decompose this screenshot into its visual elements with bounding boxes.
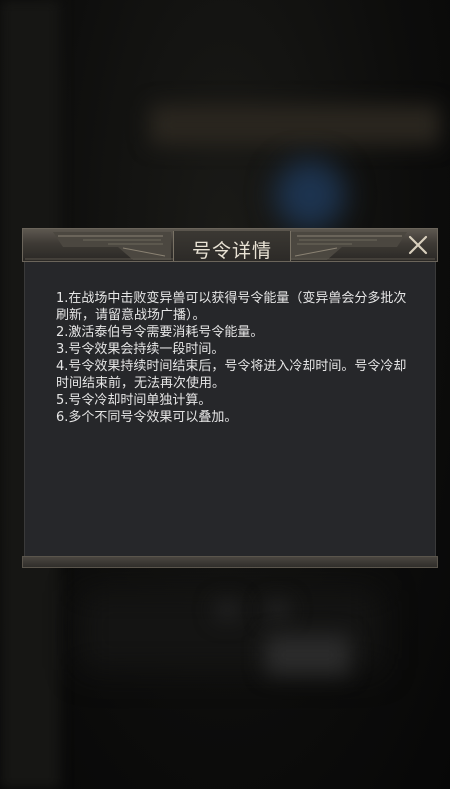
list-item: 3.号令效果会持续一段时间。	[56, 342, 225, 357]
dialog-title: 号令详情	[191, 240, 272, 262]
title-plate: 号令详情	[173, 231, 291, 262]
close-button[interactable]	[405, 232, 431, 258]
background-title-bar	[150, 105, 440, 145]
dialog-header: 号令详情	[22, 228, 438, 262]
close-icon	[408, 235, 428, 255]
rules-list: 1.在战场中击败变异兽可以获得号令能量（变异兽会分多批次刷新，请留意战场广播）。…	[56, 290, 416, 426]
command-details-dialog: 号令详情 1.在战场中击败变异兽可以获得号令能量（变异兽会分多批次刷新，请留意战…	[22, 228, 438, 568]
background-icon	[215, 600, 240, 620]
list-item: 6.多个不同号令效果可以叠加。	[56, 410, 238, 425]
background-orb-icon	[275, 160, 345, 230]
background-button	[265, 635, 350, 675]
list-item: 4.号令效果持续时间结束后，号令将进入冷却时间。号令冷却时间结束前，无法再次使用…	[56, 359, 407, 391]
list-item: 5.号令冷却时间单独计算。	[56, 393, 212, 408]
dialog-footer-bar	[22, 556, 438, 568]
list-item: 2.激活泰伯号令需要消耗号令能量。	[56, 325, 264, 340]
list-item: 1.在战场中击败变异兽可以获得号令能量（变异兽会分多批次刷新，请留意战场广播）。	[56, 291, 407, 323]
game-screen: 号令详情 1.在战场中击败变异兽可以获得号令能量（变异兽会分多批次刷新，请留意战…	[0, 0, 450, 789]
background-icon	[265, 600, 290, 620]
